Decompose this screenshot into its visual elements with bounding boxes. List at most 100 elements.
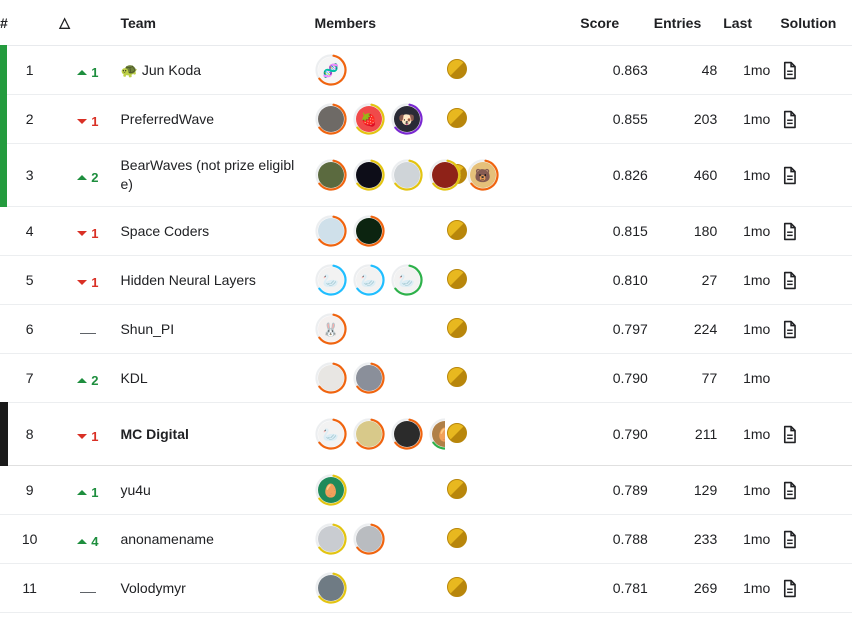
avatar[interactable]	[352, 159, 385, 191]
avatar[interactable]: 🍓	[352, 103, 385, 135]
avatar[interactable]: 🦢	[390, 264, 423, 296]
team-name-cell[interactable]: Volodymyr	[116, 563, 311, 613]
rank-delta-cell: 1	[59, 206, 117, 256]
table-row[interactable]: 6 Shun_PI 🐰 0.797 224 1mo	[0, 304, 852, 354]
solution-document-icon[interactable]	[780, 481, 799, 500]
table-row[interactable]: 1 1 🐢 Jun Koda 🧬 0.863 48 1mo	[0, 45, 852, 95]
avatar-image: 🐻	[469, 162, 496, 188]
solution-cell[interactable]	[776, 143, 852, 207]
rank-cell: 2	[0, 94, 60, 144]
avatar[interactable]	[390, 418, 423, 450]
score-cell: 0.826	[580, 143, 654, 207]
header-delta[interactable]: △	[59, 0, 117, 46]
avatar[interactable]	[314, 159, 347, 191]
team-name: anonamename	[120, 530, 214, 547]
solution-cell[interactable]	[776, 206, 852, 256]
avatar[interactable]: 🐶	[390, 103, 423, 135]
team-name-cell[interactable]: Hidden Neural Layers	[116, 255, 311, 305]
solution-cell[interactable]	[776, 45, 852, 95]
team-name-cell[interactable]: KDL	[116, 353, 311, 403]
header-solution[interactable]: Solution	[776, 0, 852, 46]
score-cell: 0.797	[580, 304, 654, 354]
medal-zone-marker	[0, 143, 7, 207]
team-name-cell[interactable]: 🐢 Jun Koda	[116, 45, 311, 95]
avatar-image: 🦢	[393, 267, 420, 293]
table-row[interactable]: 9 1 yu4u 🥚 0.789 129 1mo	[0, 465, 852, 515]
solution-cell[interactable]	[776, 563, 852, 613]
table-row[interactable]: 4 1 Space Coders 0.815 180 1mo	[0, 206, 852, 256]
delta-up-icon	[77, 69, 88, 75]
rank-number: 10	[21, 531, 38, 547]
avatar[interactable]: 🦢	[314, 264, 347, 296]
rank-cell: 11	[0, 563, 60, 613]
team-name: yu4u	[120, 481, 151, 498]
entries-cell: 269	[653, 563, 724, 613]
table-row[interactable]: 2 1 PreferredWave 🍓 🐶 0.855 203 1mo	[0, 94, 852, 144]
avatar[interactable]	[314, 362, 347, 394]
avatar[interactable]: 🐻	[466, 159, 499, 191]
table-row[interactable]: 3 2 BearWaves (not prize eligible) 🐻 0.826 46…	[0, 143, 852, 207]
avatar[interactable]	[390, 159, 423, 191]
rank-delta-cell: 2	[59, 143, 117, 207]
team-name-cell[interactable]: yu4u	[116, 465, 311, 515]
header-members[interactable]: Members	[310, 0, 581, 46]
team-name-cell[interactable]: BearWaves (not prize eligible)	[116, 143, 311, 207]
avatar-image	[355, 218, 382, 244]
avatar[interactable]	[428, 159, 461, 191]
solution-document-icon[interactable]	[780, 425, 799, 444]
entries-cell: 460	[653, 143, 724, 207]
avatar[interactable]: 🥚	[314, 474, 347, 506]
header-team[interactable]: Team	[116, 0, 311, 46]
solution-document-icon[interactable]	[780, 61, 799, 80]
avatar-group: 🧬	[314, 54, 446, 86]
solution-document-icon[interactable]	[780, 271, 799, 290]
solution-cell[interactable]	[776, 402, 852, 466]
solution-cell[interactable]	[776, 94, 852, 144]
solution-document-icon[interactable]	[780, 579, 799, 598]
team-name-cell[interactable]: anonamename	[116, 514, 311, 564]
solution-document-icon[interactable]	[780, 530, 799, 549]
avatar[interactable]	[352, 523, 385, 555]
team-name-cell[interactable]: Space Coders	[116, 206, 311, 256]
avatar-image	[317, 218, 344, 244]
avatar[interactable]: 🐰	[314, 313, 347, 345]
header-rank[interactable]: #	[0, 0, 60, 46]
header-score[interactable]: Score	[580, 0, 654, 46]
medal-cell	[445, 94, 581, 144]
avatar[interactable]	[314, 572, 347, 604]
table-row[interactable]: 10 4 anonamename 0.788 233 1mo	[0, 514, 852, 564]
table-row[interactable]: 5 1 Hidden Neural Layers 🦢 🦢 🦢 0.810 27 1mo	[0, 255, 852, 305]
avatar[interactable]: 🦢	[352, 264, 385, 296]
entries-cell: 129	[653, 465, 724, 515]
solution-cell[interactable]	[776, 465, 852, 515]
entries-cell: 233	[653, 514, 724, 564]
gold-medal-icon	[447, 219, 468, 240]
solution-cell[interactable]	[776, 304, 852, 354]
header-entries[interactable]: Entries	[653, 0, 724, 46]
solution-document-icon[interactable]	[780, 222, 799, 241]
solution-document-icon[interactable]	[780, 166, 799, 185]
avatar[interactable]	[314, 103, 347, 135]
table-row[interactable]: 8 1 MC Digital 🦢🥚 0.7902111mo	[0, 402, 852, 466]
avatar[interactable]	[352, 362, 385, 394]
header-last[interactable]: Last	[723, 0, 777, 46]
delta-down-icon	[77, 118, 88, 124]
avatar[interactable]: 🦢	[314, 418, 347, 450]
avatar[interactable]	[352, 215, 385, 247]
team-name-cell[interactable]: MC Digital	[116, 402, 311, 466]
solution-document-icon[interactable]	[780, 110, 799, 129]
avatar[interactable]	[314, 523, 347, 555]
team-name-cell[interactable]: PreferredWave	[116, 94, 311, 144]
avatar[interactable]	[352, 418, 385, 450]
delta-value: 1	[91, 428, 99, 444]
avatar[interactable]: 🧬	[314, 54, 347, 86]
avatar-group	[314, 572, 446, 604]
solution-cell[interactable]	[776, 514, 852, 564]
table-row[interactable]: 11 Volodymyr 0.781 269 1mo	[0, 563, 852, 613]
delta-up-icon	[77, 377, 88, 383]
solution-cell[interactable]	[776, 255, 852, 305]
solution-document-icon[interactable]	[780, 320, 799, 339]
team-name-cell[interactable]: Shun_PI	[116, 304, 311, 354]
table-row[interactable]: 7 2 KDL 0.790 77 1mo	[0, 353, 852, 403]
avatar[interactable]	[314, 215, 347, 247]
